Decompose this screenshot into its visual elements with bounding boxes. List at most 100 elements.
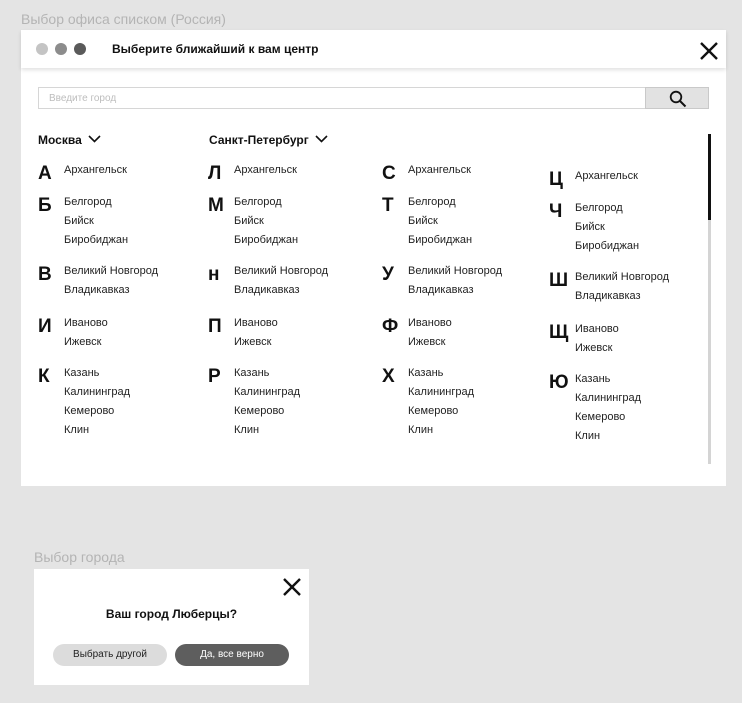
city-list: Белгород Бийск Биробиджан [234, 195, 373, 252]
city-link[interactable]: Архангельск [64, 163, 203, 182]
alphabet-column: Ц Архангельск Ч Белгород Бийск Биробиджан Ш Вел… [549, 169, 714, 448]
letter-heading: К [38, 366, 50, 387]
city-list: Великий Новгород Владикавказ [64, 264, 203, 302]
region-dropdown-moscow[interactable]: Москва [38, 133, 101, 147]
city-link[interactable]: Ижевск [234, 335, 373, 354]
region-label: Москва [38, 133, 82, 147]
letter-heading: Л [208, 163, 222, 184]
city-link[interactable]: Бийск [575, 220, 714, 239]
city-link[interactable]: Ижевск [575, 341, 714, 360]
city-link[interactable]: Клин [64, 423, 203, 442]
city-link[interactable]: Казань [408, 366, 547, 385]
letter-group: И Иваново Ижевск [38, 316, 203, 354]
city-link[interactable]: Архангельск [234, 163, 373, 182]
city-link[interactable]: Владикавказ [408, 283, 547, 302]
city-link[interactable]: Казань [234, 366, 373, 385]
city-link[interactable]: Калининград [408, 385, 547, 404]
city-link[interactable]: Бийск [408, 214, 547, 233]
city-list: Великий Новгород Владикавказ [408, 264, 547, 302]
city-link[interactable]: Владикавказ [64, 283, 203, 302]
city-link[interactable]: Клин [408, 423, 547, 442]
region-dropdown-spb[interactable]: Санкт-Петербург [209, 133, 328, 147]
city-list: Великий Новгород Владикавказ [575, 270, 714, 308]
letter-heading: Б [38, 195, 52, 216]
city-list: Иваново Ижевск [234, 316, 373, 354]
city-link[interactable]: Иваново [575, 322, 714, 341]
city-link[interactable]: Ижевск [408, 335, 547, 354]
letter-group: Ш Великий Новгород Владикавказ [549, 270, 714, 308]
choose-other-button[interactable]: Выбрать другой [53, 644, 167, 666]
city-link[interactable]: Архангельск [408, 163, 547, 182]
city-link[interactable]: Белгород [234, 195, 373, 214]
city-link[interactable]: Владикавказ [575, 289, 714, 308]
city-link[interactable]: Иваново [64, 316, 203, 335]
city-link[interactable]: Архангельск [575, 169, 714, 188]
city-link[interactable]: Ижевск [64, 335, 203, 354]
city-link[interactable]: Калининград [234, 385, 373, 404]
city-link[interactable]: Иваново [408, 316, 547, 335]
alphabet-column: Л Архангельск М Белгород Бийск Биробиджан н Вел… [208, 163, 373, 442]
city-list: Великий Новгород Владикавказ [234, 264, 373, 302]
city-link[interactable]: Великий Новгород [408, 264, 547, 283]
city-link[interactable]: Иваново [234, 316, 373, 335]
city-list: Белгород Бийск Биробиджан [575, 201, 714, 258]
search-input[interactable] [39, 88, 645, 108]
letter-heading: Т [382, 195, 394, 216]
letter-group: В Великий Новгород Владикавказ [38, 264, 203, 302]
letter-group: Ч Белгород Бийск Биробиджан [549, 201, 714, 258]
letter-heading: Ю [549, 372, 569, 393]
close-icon[interactable] [282, 577, 302, 597]
letter-heading: Х [382, 366, 395, 387]
city-list: Белгород Бийск Биробиджан [408, 195, 547, 252]
city-link[interactable]: Кемерово [234, 404, 373, 423]
letter-heading: А [38, 163, 52, 184]
city-link[interactable]: Белгород [575, 201, 714, 220]
region-label: Санкт-Петербург [209, 133, 309, 147]
city-link[interactable]: Калининград [64, 385, 203, 404]
letter-heading: Ф [382, 316, 399, 337]
city-link[interactable]: Биробиджан [408, 233, 547, 252]
letter-heading: П [208, 316, 222, 337]
city-link[interactable]: Бийск [64, 214, 203, 233]
search-icon [669, 90, 687, 108]
city-link[interactable]: Великий Новгород [234, 264, 373, 283]
city-link[interactable]: Казань [64, 366, 203, 385]
letter-group: Ц Архангельск [549, 169, 714, 190]
city-link[interactable]: Клин [234, 423, 373, 442]
city-link[interactable]: Биробиджан [64, 233, 203, 252]
city-link[interactable]: Белгород [408, 195, 547, 214]
letter-group: Б Белгород Бийск Биробиджан [38, 195, 203, 252]
city-link[interactable]: Великий Новгород [64, 264, 203, 283]
city-link[interactable]: Кемерово [575, 410, 714, 429]
city-link[interactable]: Биробиджан [234, 233, 373, 252]
city-link[interactable]: Кемерово [64, 404, 203, 423]
letter-group: Т Белгород Бийск Биробиджан [382, 195, 547, 252]
scrollbar-thumb[interactable] [708, 134, 711, 220]
city-list: Белгород Бийск Биробиджан [64, 195, 203, 252]
city-link[interactable]: Великий Новгород [575, 270, 714, 289]
city-list: Казань Калининград Кемерово Клин [234, 366, 373, 442]
letter-group: П Иваново Ижевск [208, 316, 373, 354]
city-list: Казань Калининград Кемерово Клин [64, 366, 203, 442]
city-link[interactable]: Белгород [64, 195, 203, 214]
city-list: Казань Калининград Кемерово Клин [408, 366, 547, 442]
panel-title: Выберите ближайший к вам центр [112, 42, 319, 56]
city-link[interactable]: Бийск [234, 214, 373, 233]
letter-group: Л Архангельск [208, 163, 373, 184]
city-link[interactable]: Казань [575, 372, 714, 391]
scrollbar[interactable] [708, 134, 711, 464]
letter-heading: Ш [549, 270, 569, 291]
city-list: Архангельск [575, 169, 714, 188]
city-link[interactable]: Кемерово [408, 404, 547, 423]
city-link[interactable]: Калининград [575, 391, 714, 410]
city-list: Казань Калининград Кемерово Клин [575, 372, 714, 448]
city-list: Иваново Ижевск [408, 316, 547, 354]
alphabet-column: С Архангельск Т Белгород Бийск Биробиджан У Вел… [382, 163, 547, 442]
letter-heading: В [38, 264, 52, 285]
city-link[interactable]: Клин [575, 429, 714, 448]
confirm-city-button[interactable]: Да, все верно [175, 644, 289, 666]
close-icon[interactable] [699, 41, 719, 61]
city-link[interactable]: Владикавказ [234, 283, 373, 302]
city-link[interactable]: Биробиджан [575, 239, 714, 258]
search-button[interactable] [645, 87, 709, 109]
